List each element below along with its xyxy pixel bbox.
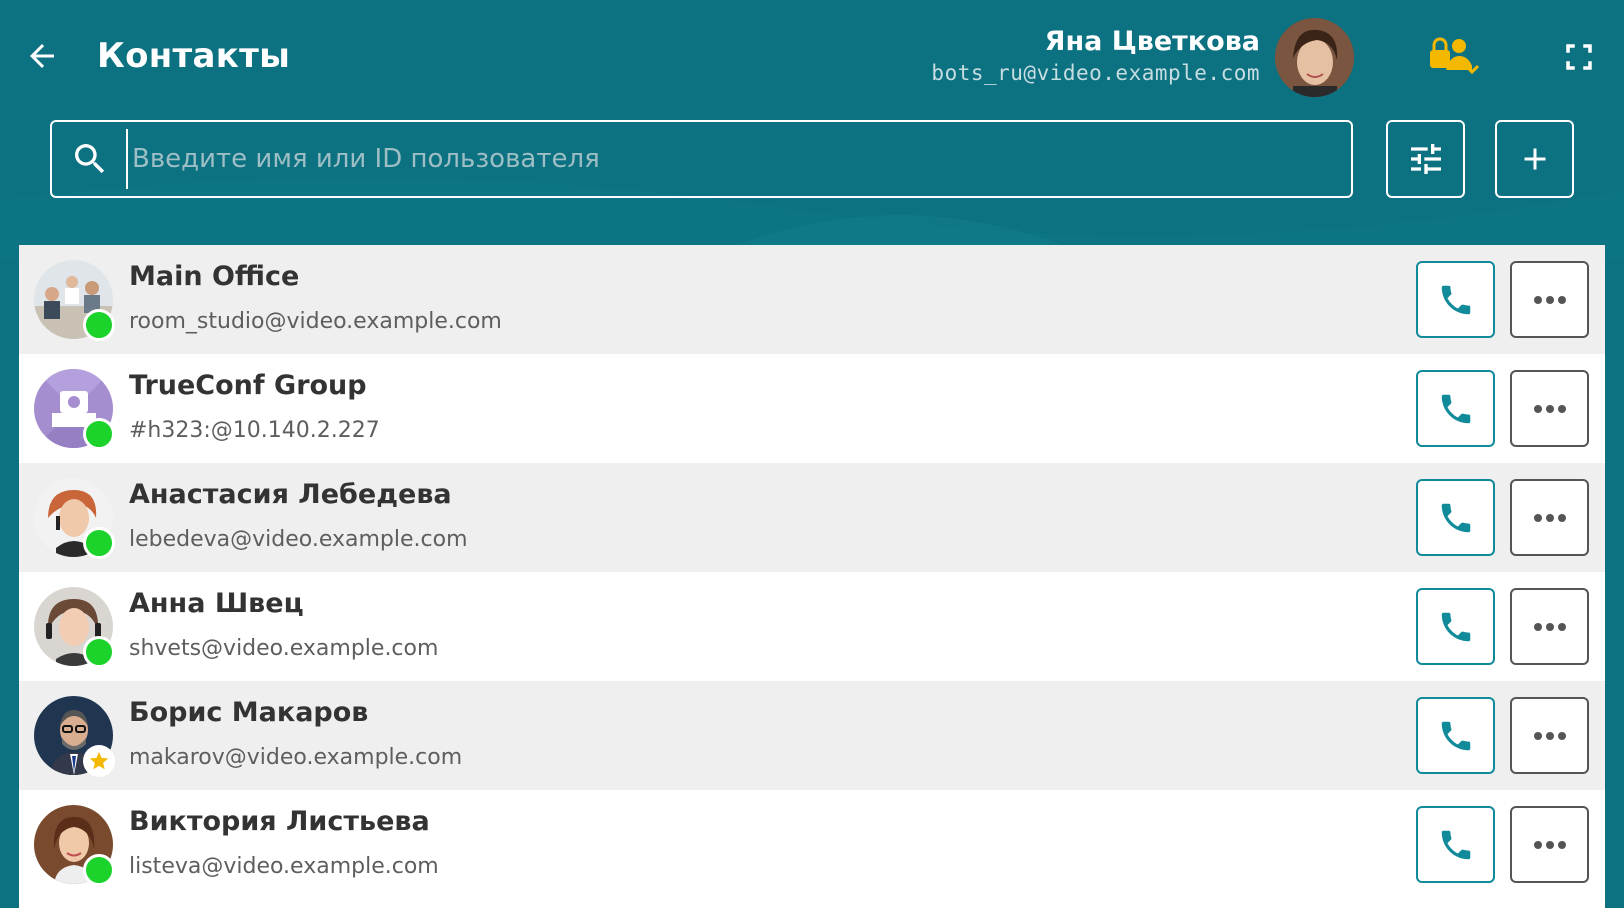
contact-id: makarov@video.example.com	[129, 745, 463, 770]
more-horizontal-icon	[1533, 404, 1566, 413]
avatar-photo	[1275, 18, 1354, 97]
filter-button[interactable]	[1386, 120, 1465, 198]
current-user-avatar[interactable]	[1275, 18, 1354, 97]
star-icon	[89, 751, 109, 770]
contact-name: Анастасия Лебедева	[129, 479, 452, 510]
contact-name: Борис Макаров	[129, 697, 369, 728]
contact-row[interactable]: TrueConf Group #h323:@10.140.2.227	[19, 354, 1605, 463]
search-icon	[75, 144, 105, 174]
contact-id: listeva@video.example.com	[129, 854, 439, 879]
sliders-icon	[1410, 144, 1441, 174]
call-button[interactable]	[1416, 588, 1495, 665]
more-options-button[interactable]	[1510, 588, 1589, 665]
online-status-indicator	[83, 527, 115, 559]
contact-row[interactable]: Виктория Листьева listeva@video.example.…	[19, 790, 1605, 899]
search-input[interactable]	[126, 129, 1335, 189]
call-button[interactable]	[1416, 806, 1495, 883]
online-status-indicator	[83, 854, 115, 886]
phone-icon	[1441, 503, 1470, 532]
more-options-button[interactable]	[1510, 806, 1589, 883]
page-title: Контакты	[97, 36, 291, 76]
plus-icon	[1524, 148, 1545, 170]
favorite-status-indicator	[83, 745, 115, 777]
contact-name: Анна Швец	[129, 588, 304, 619]
call-button[interactable]	[1416, 697, 1495, 774]
contact-name: TrueConf Group	[129, 370, 367, 401]
contact-id: #h323:@10.140.2.227	[129, 418, 380, 443]
user-status-button[interactable]	[1428, 36, 1480, 78]
fullscreen-button[interactable]	[1562, 40, 1596, 74]
more-options-button[interactable]	[1510, 261, 1589, 338]
call-button[interactable]	[1416, 370, 1495, 447]
phone-icon	[1441, 830, 1470, 859]
online-status-indicator	[83, 309, 115, 341]
contact-row[interactable]: Анна Швец shvets@video.example.com	[19, 572, 1605, 681]
call-button[interactable]	[1416, 261, 1495, 338]
more-horizontal-icon	[1533, 622, 1566, 631]
contact-list: Main Office room_studio@video.example.co…	[19, 245, 1605, 908]
user-lock-icon	[1430, 37, 1480, 75]
current-user-info: Яна Цветкова bots_ru@video.example.com	[931, 26, 1260, 85]
contact-id: lebedeva@video.example.com	[129, 527, 468, 552]
add-contact-button[interactable]	[1495, 120, 1574, 198]
contact-row[interactable]: Анастасия Лебедева lebedeva@video.exampl…	[19, 463, 1605, 572]
contact-id: shvets@video.example.com	[129, 636, 439, 661]
online-status-indicator	[83, 418, 115, 450]
back-button[interactable]	[22, 36, 62, 76]
more-options-button[interactable]	[1510, 697, 1589, 774]
more-options-button[interactable]	[1510, 370, 1589, 447]
more-horizontal-icon	[1533, 840, 1566, 849]
contact-name: Виктория Листьева	[129, 806, 430, 837]
fullscreen-icon	[1566, 44, 1592, 70]
top-bar: Контакты Яна Цветкова bots_ru@video.exam…	[0, 0, 1624, 115]
arrow-left-icon	[30, 44, 54, 68]
contact-name: Main Office	[129, 261, 300, 292]
call-button[interactable]	[1416, 479, 1495, 556]
contact-id: room_studio@video.example.com	[129, 309, 502, 334]
more-horizontal-icon	[1533, 731, 1566, 740]
phone-icon	[1441, 721, 1470, 750]
current-user-email: bots_ru@video.example.com	[931, 61, 1260, 85]
more-horizontal-icon	[1533, 295, 1566, 304]
current-user-name: Яна Цветкова	[1044, 26, 1260, 57]
more-options-button[interactable]	[1510, 479, 1589, 556]
phone-icon	[1441, 612, 1470, 641]
online-status-indicator	[83, 636, 115, 668]
more-horizontal-icon	[1533, 513, 1566, 522]
contact-row[interactable]: Main Office room_studio@video.example.co…	[19, 245, 1605, 354]
phone-icon	[1441, 285, 1470, 314]
phone-icon	[1441, 394, 1470, 423]
search-box	[50, 120, 1353, 198]
contact-row[interactable]: Борис Макаров makarov@video.example.com	[19, 681, 1605, 790]
